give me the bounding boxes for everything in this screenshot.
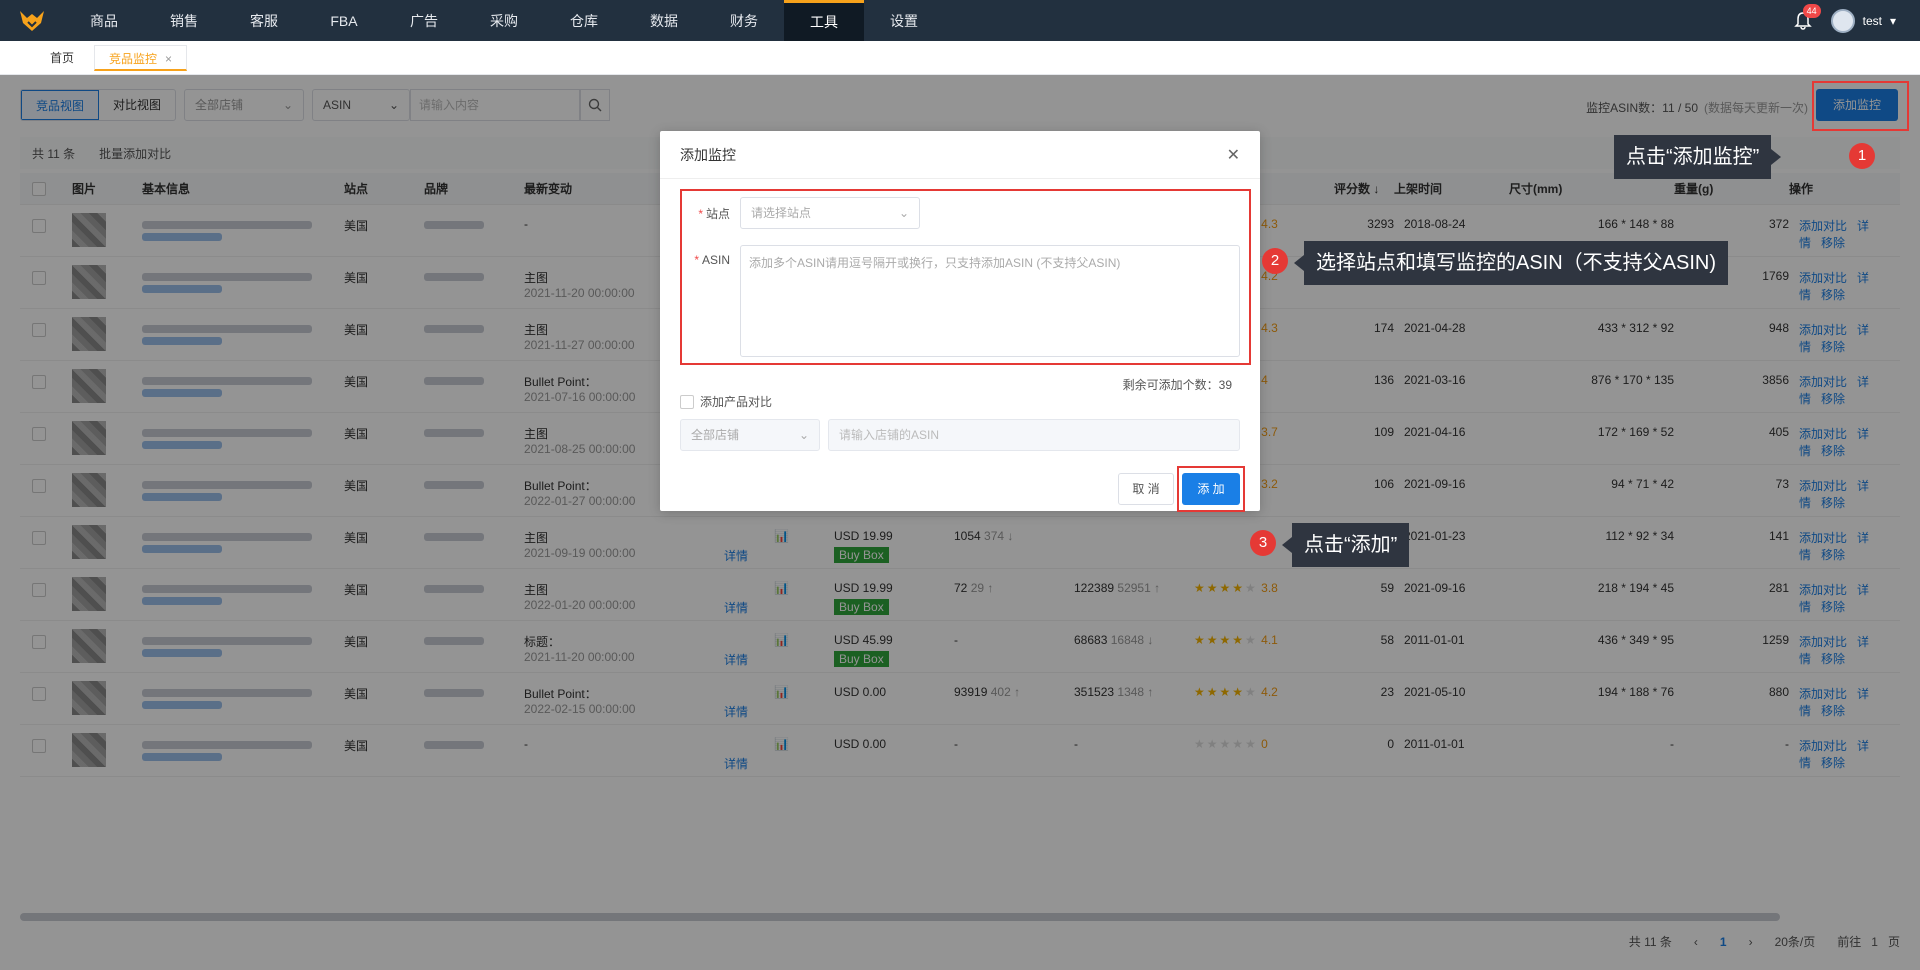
add-monitor-highlight xyxy=(1812,81,1909,131)
step-2-badge: 2 xyxy=(1262,248,1288,274)
user-menu[interactable]: test ▾ xyxy=(1830,8,1896,33)
nav-item[interactable]: 商品 xyxy=(64,0,144,41)
dialog-title: 添加监控 xyxy=(680,146,736,163)
nav-item[interactable]: 销售 xyxy=(144,0,224,41)
tab-close-icon[interactable]: × xyxy=(165,52,172,66)
notification-count-badge: 44 xyxy=(1802,3,1821,18)
asin-label: * ASIN xyxy=(694,253,730,267)
nav-item[interactable]: 工具 xyxy=(784,0,864,41)
callout-step-1: 点击“添加监控” xyxy=(1614,135,1782,179)
site-select[interactable]: 请选择站点 ⌄ xyxy=(740,197,920,229)
logo[interactable] xyxy=(0,0,64,41)
add-monitor-dialog: 添加监控 ✕ * 站点 请选择站点 ⌄ * ASIN 添加多个ASIN请用逗号隔开或换… xyxy=(660,131,1260,512)
add-button[interactable]: 添 加 xyxy=(1182,473,1240,505)
add-compare-checkbox[interactable] xyxy=(680,394,694,409)
store-asin-input[interactable]: 请输入店铺的ASIN xyxy=(828,419,1240,451)
avatar xyxy=(1830,8,1855,33)
store-select-placeholder: 全部店铺 xyxy=(691,428,740,442)
nav-item[interactable]: 客服 xyxy=(224,0,304,41)
nav-item[interactable]: 采购 xyxy=(464,0,544,41)
nav-item[interactable]: 广告 xyxy=(384,0,464,41)
nav-item[interactable]: 财务 xyxy=(704,0,784,41)
nav-item[interactable]: 仓库 xyxy=(544,0,624,41)
cancel-button[interactable]: 取 消 xyxy=(1118,473,1174,505)
asin-label-text: ASIN xyxy=(701,253,730,267)
main-menu: 商品 销售 客服 FBA 广告 采购 仓库 数据 财务 工具 设置 xyxy=(64,0,944,41)
callout-step-2: 选择站点和填写监控的ASIN（不支持父ASIN) xyxy=(1293,241,1729,285)
tab-competitor-monitor[interactable]: 竞品监控 × xyxy=(94,44,188,71)
step-1-badge: 1 xyxy=(1849,143,1875,169)
site-select-placeholder: 请选择站点 xyxy=(751,206,812,220)
top-nav: 商品 销售 客服 FBA 广告 采购 仓库 数据 财务 工具 设置 44 test ▾ xyxy=(0,0,1920,41)
site-label-text: 站点 xyxy=(705,207,730,221)
callout-step-3: 点击“添加” xyxy=(1281,523,1410,567)
store-select[interactable]: 全部店铺 ⌄ xyxy=(680,419,820,451)
chevron-down-icon: ⌄ xyxy=(798,428,809,442)
nav-item[interactable]: FBA xyxy=(304,0,384,41)
tab-label: 竞品监控 xyxy=(109,51,158,66)
site-label: * 站点 xyxy=(698,207,730,221)
asin-textarea[interactable]: 添加多个ASIN请用逗号隔开或换行，只支持添加ASIN (不支持父ASIN) xyxy=(740,245,1240,357)
page-tabs: 首页 竞品监控 × xyxy=(0,41,1920,75)
add-compare-row: 添加产品对比 xyxy=(680,393,772,410)
close-icon[interactable]: ✕ xyxy=(1227,145,1240,165)
add-compare-label: 添加产品对比 xyxy=(700,395,773,409)
tab-home[interactable]: 首页 xyxy=(36,45,88,71)
nav-item[interactable]: 数据 xyxy=(624,0,704,41)
notification-bell-icon[interactable]: 44 xyxy=(1793,3,1821,31)
username: test xyxy=(1862,13,1882,28)
nav-item[interactable]: 设置 xyxy=(864,0,944,41)
remaining-count: 剩余可添加个数：39 xyxy=(1122,378,1232,392)
chevron-down-icon: ⌄ xyxy=(898,206,909,220)
step-3-badge: 3 xyxy=(1250,530,1276,556)
caret-down-icon: ▾ xyxy=(1889,13,1896,28)
